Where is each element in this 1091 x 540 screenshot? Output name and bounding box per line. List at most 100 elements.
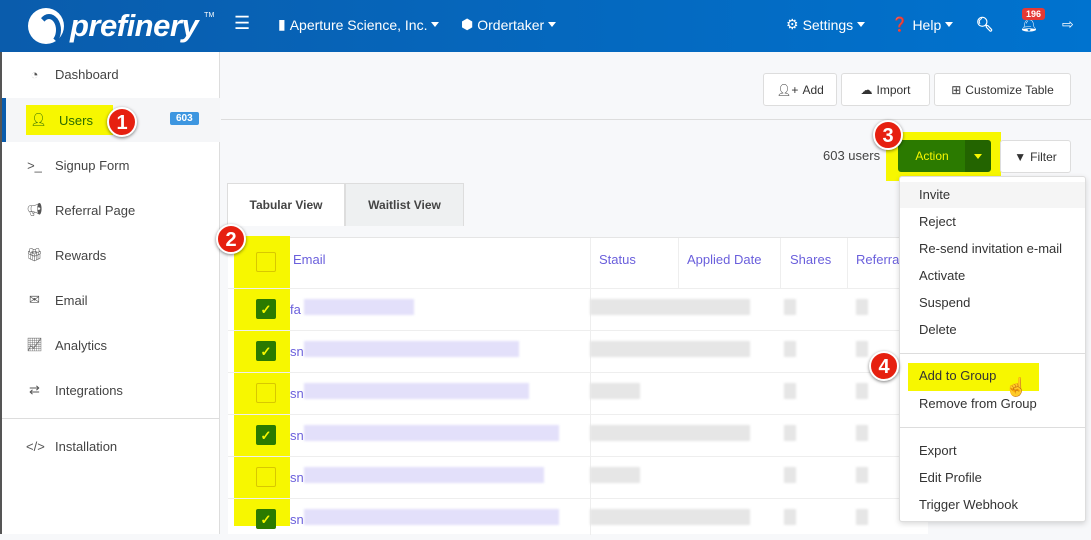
row-checkbox[interactable]: ✓ — [256, 425, 276, 445]
step-marker-2: 2 — [216, 224, 246, 254]
step-marker-4: 4 — [869, 351, 899, 381]
step-marker-1: 1 — [107, 107, 137, 137]
megaphone-icon: 📢︎ — [26, 202, 43, 217]
column-applied-date[interactable]: Applied Date — [687, 252, 761, 267]
redacted-status-date — [590, 509, 750, 525]
menu-item-remove-from-group[interactable]: Remove from Group — [900, 391, 1085, 417]
table-row[interactable]: ✓ sn — [228, 330, 928, 372]
menu-item-trigger-webhook[interactable]: Trigger Webhook — [900, 492, 1085, 518]
search-icon[interactable]: 🔍︎ — [976, 16, 994, 33]
help-menu[interactable]: ❓ Help — [891, 16, 954, 33]
action-dropdown-toggle[interactable] — [965, 140, 991, 172]
redacted-referrals — [856, 341, 868, 357]
building-icon: ▮ — [278, 16, 286, 32]
redacted-status-date — [590, 467, 640, 483]
sidebar-item-analytics[interactable]: 📈︎ Analytics — [2, 323, 220, 367]
menu-item-reject[interactable]: Reject — [900, 209, 1085, 235]
user-count: 603 users — [823, 148, 881, 163]
prefinery-logo[interactable]: prefinery TM — [28, 8, 214, 46]
menu-item-edit-profile[interactable]: Edit Profile — [900, 465, 1085, 491]
top-nav: prefinery TM ☰ ▮ Aperture Science, Inc. ⬢ O… — [0, 0, 1091, 52]
redacted-status-date — [590, 341, 750, 357]
redacted-email — [304, 383, 529, 399]
menu-divider — [900, 427, 1085, 428]
sidebar-item-rewards[interactable]: 🎁︎ Rewards — [2, 233, 220, 277]
row-email[interactable]: sn — [290, 386, 304, 401]
sidebar-divider — [2, 418, 220, 419]
menu-item-activate[interactable]: Activate — [900, 263, 1085, 289]
redacted-status-date — [590, 425, 750, 441]
column-status[interactable]: Status — [599, 252, 636, 267]
exchange-icon: ⇄ — [29, 382, 40, 397]
menu-item-suspend[interactable]: Suspend — [900, 290, 1085, 316]
code-icon: </> — [26, 438, 45, 454]
toolbar-divider — [221, 119, 1091, 120]
table-row[interactable]: sn — [228, 372, 928, 414]
table-row[interactable]: ✓ sn — [228, 414, 928, 456]
filter-icon: ▼ — [1014, 149, 1027, 164]
table-row[interactable]: ✓ fa — [228, 288, 928, 330]
customize-table-button[interactable]: ⊞ Customize Table — [934, 73, 1071, 106]
users-highlight: 👤︎ Users — [26, 105, 113, 135]
row-email[interactable]: sn — [290, 470, 304, 485]
col-divider — [678, 238, 679, 288]
chart-line-icon: 📈︎ — [26, 337, 43, 352]
row-email[interactable]: sn — [290, 512, 304, 527]
redacted-shares — [784, 299, 796, 315]
hand-cursor-icon: ☝ — [1005, 377, 1028, 397]
user-plus-icon: 👤︎+ — [776, 82, 799, 97]
row-checkbox[interactable] — [256, 467, 276, 487]
logout-icon[interactable]: ⇨ — [1062, 16, 1074, 33]
tab-tabular-view[interactable]: Tabular View — [227, 183, 345, 226]
sidebar-item-installation[interactable]: </> Installation — [2, 424, 220, 468]
redacted-referrals — [856, 425, 868, 441]
select-all-checkbox[interactable] — [256, 252, 276, 272]
action-dropdown-menu: Invite Reject Re-send invitation e-mail … — [899, 176, 1086, 522]
redacted-status-date — [590, 383, 640, 399]
row-checkbox[interactable]: ✓ — [256, 299, 276, 319]
chevron-down-icon — [945, 22, 954, 27]
row-checkbox[interactable] — [256, 383, 276, 403]
add-button[interactable]: 👤︎+ Add — [763, 73, 837, 106]
sidebar-item-referral-page[interactable]: 📢︎ Referral Page — [2, 188, 220, 232]
envelope-icon: ✉ — [29, 292, 40, 307]
redacted-shares — [784, 341, 796, 357]
chevron-down-icon — [431, 22, 440, 27]
settings-menu[interactable]: ⚙ Settings — [786, 16, 866, 33]
cube-icon: ⬢ — [461, 16, 474, 32]
step-marker-3: 3 — [873, 120, 903, 150]
row-checkbox[interactable]: ✓ — [256, 509, 276, 529]
sidebar-item-dashboard[interactable]: ◔ Dashboard — [2, 52, 220, 96]
sidebar-item-email[interactable]: ✉ Email — [2, 278, 220, 322]
menu-item-resend-invitation[interactable]: Re-send invitation e-mail — [900, 236, 1085, 262]
project-switcher[interactable]: ⬢ Ordertaker — [461, 16, 557, 33]
column-email[interactable]: Email — [293, 252, 326, 267]
redacted-shares — [784, 425, 796, 441]
users-table: Email Status Applied Date Shares Referra… — [228, 236, 928, 535]
column-shares[interactable]: Shares — [790, 252, 831, 267]
row-email[interactable]: sn — [290, 428, 304, 443]
action-button[interactable]: Action — [898, 140, 966, 172]
org-switcher[interactable]: ▮ Aperture Science, Inc. — [278, 16, 440, 33]
menu-item-export[interactable]: Export — [900, 438, 1085, 464]
tab-waitlist-view[interactable]: Waitlist View — [345, 183, 464, 226]
menu-item-delete[interactable]: Delete — [900, 317, 1085, 343]
redacted-email — [304, 425, 559, 441]
logo-mark-icon — [28, 8, 64, 46]
redacted-shares — [784, 467, 796, 483]
column-referrals[interactable]: Referra — [856, 252, 899, 267]
redacted-referrals — [856, 509, 868, 525]
table-row[interactable]: sn — [228, 456, 928, 498]
sidebar-item-signup-form[interactable]: >_ Signup Form — [2, 143, 220, 187]
row-email[interactable]: fa — [290, 302, 301, 317]
user-icon: 👤︎ — [30, 112, 47, 127]
filter-button[interactable]: ▼ Filter — [1000, 140, 1071, 173]
import-button[interactable]: ☁ Import — [841, 73, 930, 106]
menu-item-invite[interactable]: Invite — [900, 182, 1085, 208]
menu-toggle-icon[interactable]: ☰ — [234, 13, 250, 34]
chevron-down-icon — [857, 22, 866, 27]
row-checkbox[interactable]: ✓ — [256, 341, 276, 361]
sidebar-item-integrations[interactable]: ⇄ Integrations — [2, 368, 220, 412]
row-email[interactable]: sn — [290, 344, 304, 359]
table-icon: ⊞ — [951, 82, 962, 97]
